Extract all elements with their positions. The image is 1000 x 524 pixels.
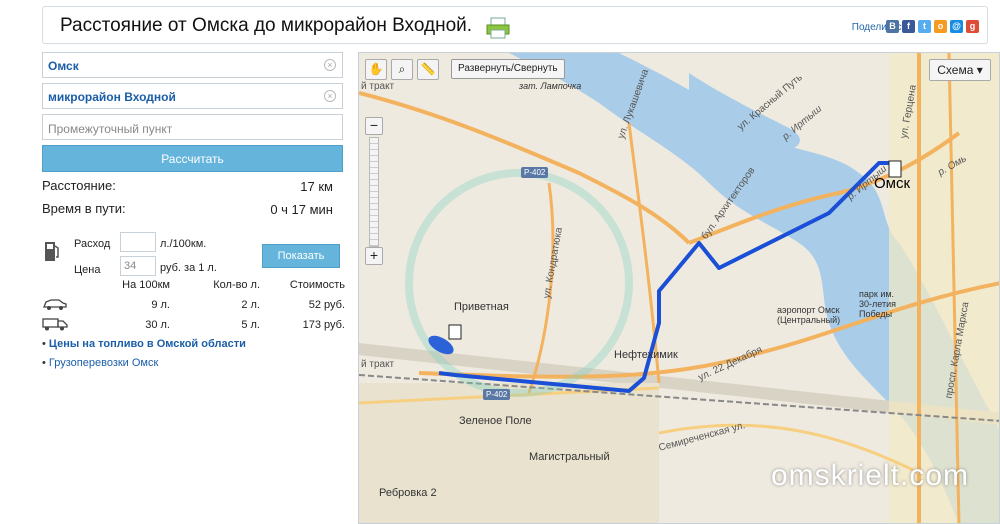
clear-icon[interactable]: × — [324, 59, 336, 71]
to-value: микрорайон Входной — [48, 90, 176, 104]
print-icon[interactable] — [486, 17, 510, 39]
fuel-prices-link[interactable]: Цены на топливо в Омской области — [49, 338, 246, 350]
column-header: Стоимость — [289, 279, 345, 291]
cost-value: 52 руб. — [308, 299, 345, 311]
ruler-tool-button[interactable]: 📏 — [417, 59, 439, 80]
table-row: 9 л. 2 л. 52 руб. — [42, 295, 345, 315]
from-value: Омск — [48, 59, 79, 73]
table-row: 30 л. 5 л. 173 руб. — [42, 315, 345, 335]
watermark: omskrielt.com — [770, 459, 969, 492]
column-header: Кол-во л. — [213, 279, 260, 291]
hand-tool-button[interactable]: ✋ — [365, 59, 387, 80]
consumption-unit: л./100км. — [160, 238, 207, 250]
waypoint-field[interactable]: Промежуточный пункт — [42, 114, 343, 140]
map-type-select[interactable]: Схема ▾ — [929, 59, 991, 81]
table-header-row: На 100км Кол-во л. Стоимость — [42, 275, 345, 295]
show-button[interactable]: Показать — [262, 244, 340, 268]
map-label-magistralny: Магистральный — [529, 451, 610, 463]
clear-icon[interactable]: × — [324, 90, 336, 102]
route-map[interactable]: ✋ ⌕ 📏 Развернуть/Свернуть Схема ▾ − + Ом… — [358, 52, 1000, 524]
zoom-control: − + — [365, 117, 383, 267]
highway-shield: Р-402 — [483, 389, 511, 400]
cost-table: На 100км Кол-во л. Стоимость 9 л. 2 л. 5… — [42, 275, 345, 335]
truck-icon — [42, 317, 68, 330]
column-header: На 100км — [122, 279, 170, 291]
freight-link[interactable]: Грузоперевозки Омск — [49, 357, 158, 369]
google-plus-icon[interactable]: g — [966, 20, 979, 33]
consumption-input[interactable] — [120, 232, 156, 252]
time-row: Время в пути: 0 ч 17 мин — [42, 199, 345, 222]
list-item: Цены на топливо в Омской области — [42, 338, 246, 350]
qty-value: 2 л. — [241, 299, 260, 311]
map-label-lamporchka: зат. Лампочка — [519, 81, 582, 91]
zoom-slider[interactable] — [369, 137, 379, 247]
qty-value: 5 л. — [241, 319, 260, 331]
waypoint-placeholder: Промежуточный пункт — [48, 122, 173, 136]
vkontakte-icon[interactable]: B — [886, 20, 899, 33]
map-label-rebrovka: Ребровка 2 — [379, 487, 437, 499]
highway-shield: Р-402 — [521, 167, 549, 178]
page-header: Расстояние от Омска до микрорайон Входно… — [42, 6, 988, 44]
zoom-in-button[interactable]: + — [365, 247, 383, 265]
per100-value: 9 л. — [151, 299, 170, 311]
related-links: Цены на топливо в Омской области Грузопе… — [42, 338, 246, 376]
cost-value: 173 руб. — [302, 319, 345, 331]
facebook-icon[interactable]: f — [902, 20, 915, 33]
map-type-label: Схема — [937, 63, 974, 77]
consumption-label: Расход — [74, 238, 111, 250]
distance-label: Расстояние: — [42, 178, 116, 193]
car-icon — [43, 298, 67, 310]
odnoklassniki-icon[interactable]: o — [934, 20, 947, 33]
calculate-button[interactable]: Рассчитать — [42, 145, 343, 172]
twitter-icon[interactable]: t — [918, 20, 931, 33]
time-value: 0 ч 17 мин — [270, 202, 333, 217]
page-title: Расстояние от Омска до микрорайон Входно… — [60, 15, 473, 36]
price-unit: руб. за 1 л. — [160, 262, 217, 274]
map-label-neftekhimik: Нефтехимик — [614, 349, 678, 361]
map-label-airport: аэропорт Омск (Центральный) — [777, 305, 841, 325]
road-label: й тракт — [361, 81, 395, 92]
expand-collapse-button[interactable]: Развернуть/Свернуть — [451, 59, 565, 79]
route-form: Омск × микрорайон Входной × Промежуточны… — [42, 52, 345, 278]
from-field[interactable]: Омск × — [42, 52, 343, 78]
time-label: Время в пути: — [42, 201, 126, 216]
road-label: й тракт — [361, 359, 395, 370]
to-field[interactable]: микрорайон Входной × — [42, 83, 343, 109]
map-label-park: парк им. 30-летия Победы — [859, 289, 896, 319]
distance-value: 17 км — [300, 179, 333, 194]
map-label-zelenoe-pole: Зеленое Поле — [459, 415, 532, 427]
zoom-out-button[interactable]: − — [365, 117, 383, 135]
map-label-privetnaya: Приветная — [454, 301, 509, 313]
mail-icon[interactable]: @ — [950, 20, 963, 33]
fuel-pump-icon — [45, 242, 59, 261]
distance-row: Расстояние: 17 км — [42, 176, 345, 199]
per100-value: 30 л. — [145, 319, 170, 331]
magnifier-tool-button[interactable]: ⌕ — [391, 59, 413, 80]
list-item: Грузоперевозки Омск — [42, 357, 246, 369]
fuel-calculator: Расход л./100км. Цена 34 руб. за 1 л. По… — [42, 232, 345, 278]
social-buttons: B f t o @ g — [886, 20, 979, 33]
price-input[interactable]: 34 — [120, 256, 156, 276]
